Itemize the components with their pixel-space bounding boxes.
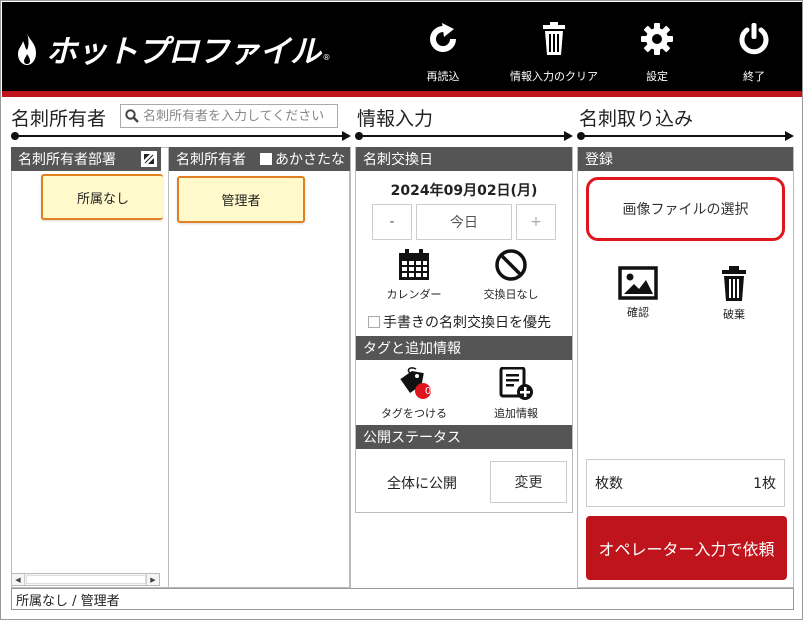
trash-icon [722, 266, 746, 301]
logo: ホットプロファイル ® [14, 26, 331, 71]
exit-button[interactable]: 終了 [709, 22, 799, 86]
additional-info-label: 追加情報 [494, 407, 538, 420]
scroll-thumb[interactable] [26, 575, 146, 584]
scroll-right-icon[interactable]: ▶ [146, 574, 159, 585]
logo-text: ホットプロファイル [46, 34, 321, 70]
settings-label: 設定 [646, 70, 668, 83]
dept-horizontal-scrollbar[interactable]: ◀ ▶ [11, 573, 160, 586]
add-tag-button[interactable]: 0 タグをつける [379, 367, 449, 421]
gear-icon [641, 23, 673, 55]
document-add-icon [499, 367, 533, 400]
clear-input-button[interactable]: 情報入力のクリア [509, 22, 599, 86]
exchange-date: 2024年09月02日(月) [390, 183, 538, 199]
dept-column-title: 名刺所有者部署 [18, 152, 116, 168]
additional-info-button[interactable]: 追加情報 [481, 367, 551, 421]
owner-item-admin[interactable]: 管理者 [177, 176, 305, 223]
clear-input-label: 情報入力のクリア [510, 70, 598, 83]
owner-column-header: 名刺所有者 あかさたな [169, 147, 350, 171]
column-divider [168, 147, 169, 588]
sort-label: あかさたな [275, 152, 345, 168]
prohibited-icon [495, 249, 527, 281]
header-accent-line [2, 91, 802, 97]
registered-mark: ® [322, 53, 331, 62]
reload-button[interactable]: 再読込 [398, 22, 488, 86]
card-count-value: 1枚 [753, 476, 776, 492]
column-divider [350, 147, 351, 588]
date-plus-button[interactable]: + [516, 204, 556, 240]
change-visibility-button[interactable]: 変更 [490, 461, 567, 503]
register-header: 登録 [578, 147, 793, 171]
info-flow-arrow [355, 131, 573, 141]
tag-count-badge: 0 [424, 386, 432, 397]
dept-item-none[interactable]: 所属なし [41, 174, 163, 220]
app-header: ホットプロファイル ® 再読込 情報入力のクリア 設定 終了 [2, 2, 802, 91]
today-button[interactable]: 今日 [416, 204, 512, 240]
handwriting-priority-checkbox[interactable] [368, 316, 380, 328]
discard-button[interactable]: 破棄 [699, 266, 769, 322]
import-flow-arrow [577, 131, 794, 141]
owner-item-label: 管理者 [221, 194, 261, 209]
owner-search-input[interactable] [143, 108, 333, 124]
exchange-date-header: 名刺交換日 [356, 147, 572, 171]
import-section-title: 名刺取り込み [579, 108, 694, 130]
sort-checkbox[interactable] [260, 153, 272, 165]
card-count-box: 枚数 1枚 [586, 459, 785, 507]
flame-icon [18, 32, 36, 65]
dept-column-header: 名刺所有者部署 [11, 147, 161, 171]
image-icon [618, 266, 658, 300]
trash-icon [543, 22, 565, 55]
date-minus-button[interactable]: - [372, 204, 412, 240]
no-exchange-date-button[interactable]: 交換日なし [476, 248, 546, 302]
dept-item-label: 所属なし [76, 191, 129, 207]
owner-flow-arrow [11, 131, 351, 141]
exit-label: 終了 [743, 70, 765, 83]
search-icon [125, 109, 139, 123]
calendar-label: カレンダー [386, 288, 442, 301]
status-bar: 所属なし / 管理者 [11, 588, 794, 610]
discard-label: 破棄 [723, 308, 745, 321]
scroll-left-icon[interactable]: ◀ [12, 574, 25, 585]
reload-label: 再読込 [426, 70, 460, 83]
expand-icon[interactable] [141, 151, 157, 167]
operator-input-request-button[interactable]: オペレーター入力で依頼 [586, 516, 787, 580]
calendar-icon [399, 249, 429, 280]
public-status-value: 全体に公開 [387, 476, 457, 492]
settings-button[interactable]: 設定 [612, 22, 702, 86]
add-tag-label: タグをつける [381, 407, 447, 420]
card-count-label: 枚数 [595, 476, 623, 492]
public-status-header: 公開ステータス [356, 425, 572, 449]
owner-column-title: 名刺所有者 [176, 152, 246, 168]
info-section-title: 情報入力 [357, 108, 434, 130]
owner-section-title: 名刺所有者 [11, 108, 107, 130]
select-image-file-button[interactable]: 画像ファイルの選択 [586, 177, 785, 241]
app-window: ホットプロファイル ® 再読込 情報入力のクリア 設定 終了 名刺所有者 名刺所… [0, 0, 803, 620]
handwriting-priority-option[interactable]: 手書きの名刺交換日を優先 [368, 312, 551, 332]
handwriting-priority-label: 手書きの名刺交換日を優先 [383, 315, 551, 331]
tags-header: タグと追加情報 [356, 336, 572, 360]
power-icon [739, 23, 769, 55]
owner-search-box[interactable] [120, 104, 338, 128]
confirm-label: 確認 [627, 306, 649, 319]
confirm-button[interactable]: 確認 [603, 266, 673, 320]
reload-icon [430, 23, 457, 53]
calendar-button[interactable]: カレンダー [379, 248, 449, 302]
selected-path: 所属なし / 管理者 [16, 593, 120, 609]
no-exchange-date-label: 交換日なし [483, 288, 539, 301]
